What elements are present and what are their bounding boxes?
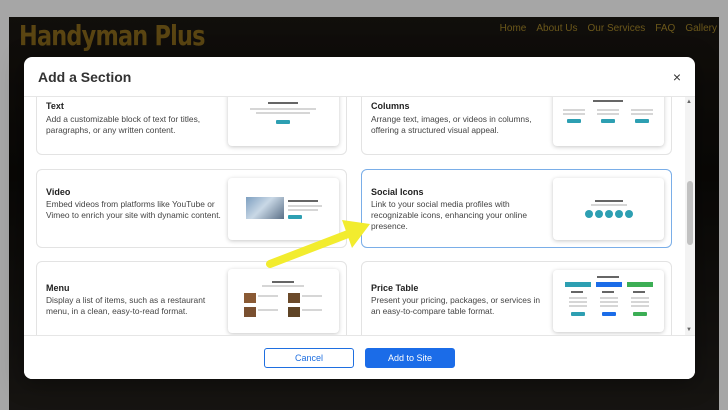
section-title: Price Table [371, 283, 419, 293]
modal-scrollbar[interactable]: ▲ ▼ [685, 97, 695, 335]
add-section-modal: Add a Section × Text Add a customizable … [24, 57, 695, 379]
section-card-columns[interactable]: Columns Arrange text, images, or videos … [361, 97, 672, 155]
scroll-thumb[interactable] [687, 181, 693, 245]
section-card-social-icons[interactable]: Social Icons Link to your social media p… [361, 169, 672, 248]
section-grid: Text Add a customizable block of text fo… [24, 97, 695, 335]
modal-footer: Cancel Add to Site [24, 335, 695, 379]
section-description: Present your pricing, packages, or servi… [371, 295, 540, 316]
section-title: Text [46, 101, 64, 111]
price-table-thumbnail [553, 270, 664, 332]
section-description: Add a customizable block of text for tit… [46, 114, 201, 135]
columns-thumbnail [553, 97, 664, 146]
section-title: Menu [46, 283, 70, 293]
section-card-price-table[interactable]: Price Table Present your pricing, packag… [361, 261, 672, 335]
video-thumbnail [228, 178, 339, 240]
close-icon[interactable]: × [673, 69, 681, 85]
section-card-video[interactable]: Video Embed videos from platforms like Y… [36, 169, 347, 248]
section-title: Columns [371, 101, 410, 111]
video-preview-image [246, 197, 284, 219]
section-card-text[interactable]: Text Add a customizable block of text fo… [36, 97, 347, 155]
scroll-down-icon[interactable]: ▼ [686, 327, 692, 333]
social-icons-thumbnail [553, 178, 664, 240]
section-description: Arrange text, images, or videos in colum… [371, 114, 532, 135]
add-to-site-button[interactable]: Add to Site [365, 348, 455, 368]
social-circle-icon [585, 210, 633, 218]
scroll-up-icon[interactable]: ▲ [686, 99, 692, 105]
section-description: Link to your social media profiles with … [371, 199, 527, 231]
section-card-menu[interactable]: Menu Display a list of items, such as a … [36, 261, 347, 335]
section-title: Video [46, 187, 71, 197]
section-title: Social Icons [371, 187, 424, 197]
menu-thumbnail [228, 269, 339, 333]
modal-header: Add a Section × [24, 57, 695, 97]
text-thumbnail [228, 97, 339, 146]
section-description: Embed videos from platforms like YouTube… [46, 199, 221, 220]
section-description: Display a list of items, such as a resta… [46, 295, 206, 316]
cancel-button[interactable]: Cancel [264, 348, 354, 368]
modal-title: Add a Section [38, 69, 132, 85]
